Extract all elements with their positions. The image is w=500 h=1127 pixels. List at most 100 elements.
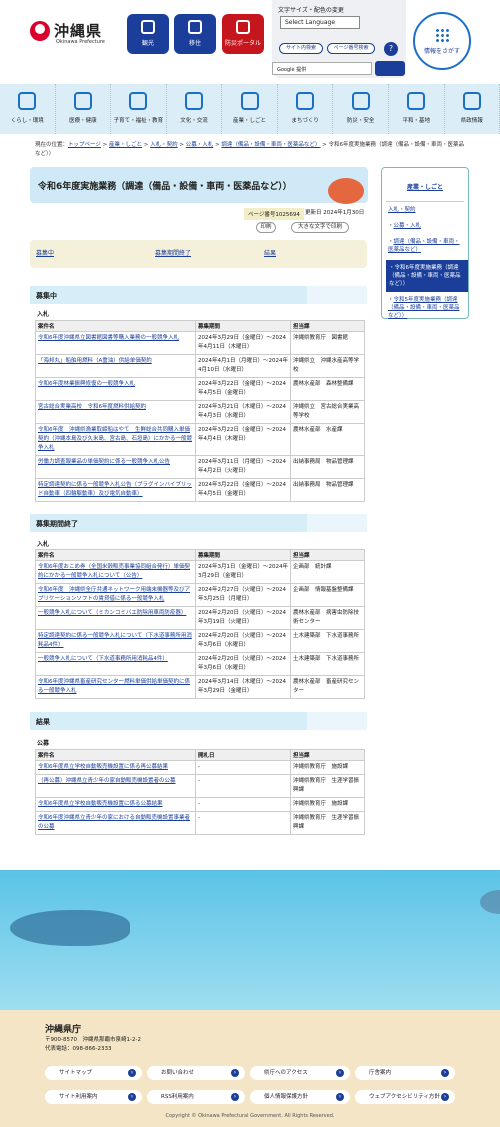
period-cell: 2024年3月14日（木曜日）～2024年3月29日（金曜日） [195, 675, 291, 699]
tile-migration[interactable]: 移住 [174, 14, 216, 54]
case-link[interactable]: 令和6年度県立学校自動販売機設置に係る再公募結果 [38, 764, 168, 770]
footer-link-usage[interactable]: サイト利用案内 [45, 1090, 142, 1104]
footer-link-building[interactable]: 庁舎案内 [355, 1066, 455, 1080]
breadcrumb: 現在の位置：トップページ > 産業・しごと > 入札・契約 > 公募・入札 > … [35, 142, 465, 157]
site-footer: 沖縄県庁 〒900-8570 沖縄県那覇市泉崎1-2-2 代表電話：098-866… [0, 870, 500, 1127]
case-link[interactable]: 令和6年度おこめ券（全国米穀販売事業協同組合発行）単価契約にかかる一般競争入札に… [38, 564, 190, 579]
table-open: 案件名 募集期間 担当課 令和6年度沖縄県立図書館図書等購入業務の一般競争入札 2024… [35, 320, 365, 502]
text-settings-link[interactable]: 文字サイズ・配色の変更 [278, 5, 344, 14]
case-name-cell: 令和6年度おこめ券（全国米穀販売事業協同組合発行）単価契約にかかる一般競争入札に… [35, 560, 196, 584]
nav-item-peace[interactable]: 平和・基地 [389, 84, 445, 134]
department-cell: 農林水産部 森林整備課 [290, 377, 365, 401]
case-link[interactable]: 令和6年度 沖縄県漁業取締船はやて 生鮮総合共同購入単価契約（沖縄本島及び久米島… [38, 427, 192, 451]
table-row: 特定調達契約に係る一般競争入札公告（プラグインハイブリッド自動車（四輪駆動車）及… [35, 478, 365, 502]
tile-tourism[interactable]: 観光 [127, 14, 169, 54]
case-name-cell: 令和6年度 沖縄県漁業取締船はやて 生鮮総合共同購入単価契約（沖縄本島及び久米島… [35, 423, 196, 456]
footer-link-access[interactable]: 県庁へのアクセス [250, 1066, 350, 1080]
case-name-cell: 令和6年度沖縄県立青少年の家における自動販売機設置事業者の公募 [35, 811, 196, 835]
case-link[interactable]: 労働力調査報業品の単価契約に係る一般競争入札公告 [38, 459, 170, 465]
tile-disaster-portal[interactable]: 防災ポータル [222, 14, 264, 54]
sidebar-item-public-bids[interactable]: 公募・入札 [394, 223, 422, 229]
table-row: 令和6年度県立学校自動販売機設置に係る公募結果 - 沖縄県教育庁 施設課 [35, 797, 365, 812]
column-header: 案件名 [35, 549, 196, 561]
sidebar-item-bids[interactable]: 入札・契約 [388, 207, 416, 213]
period-cell: 2024年2月20日（火曜日）～2024年3月19日（火曜日） [195, 606, 291, 630]
case-link[interactable]: 令和6年度県立学校自動販売機設置に係る公募結果 [38, 801, 163, 807]
case-name-cell: 一般競争入札について（下水道事務所用消耗品4件） [35, 652, 196, 676]
case-link[interactable]: 特定調達契約に係る一般競争入札について（下水道事務所用消耗品4件） [38, 633, 192, 648]
case-link[interactable]: （再公募）沖縄県立青少年の家自動販売機設置者の公募 [38, 778, 176, 784]
jump-link-closed[interactable]: 募集期間終了 [155, 248, 191, 257]
site-logo[interactable]: 沖縄県 Okinawa Prefecture [30, 20, 105, 45]
period-cell: 2024年2月27日（火曜日）～2024年3月25日（月曜日） [195, 583, 291, 607]
case-name-cell: 一般競争入札について（ミカンコミバエ防除用車両防疫器） [35, 606, 196, 630]
site-search-toggle[interactable]: サイト内検索 [279, 43, 323, 54]
pref-name: 沖縄県 [54, 22, 103, 40]
nav-item-living[interactable]: くらし・環境 [0, 84, 56, 134]
case-name-cell: 令和6年度 沖縄県全庁共通ネットワーク用端末機器等及びアプリケーションソフトの賃… [35, 583, 196, 607]
sidebar-item-active[interactable]: ・令和6年度実施業務（調達（備品・設備・車両・医薬品など）） [386, 260, 468, 292]
period-cell: - [195, 811, 291, 835]
case-link[interactable]: 特定調達契約に係る一般競争入札公告（プラグインハイブリッド自動車（四輪駆動車）及… [38, 482, 192, 497]
case-link[interactable]: 令和6年度沖縄県立図書館図書等購入業務の一般競争入札 [38, 335, 179, 341]
subheading: 入札 [37, 311, 50, 318]
footer-link-contact[interactable]: お問い合わせ [147, 1066, 245, 1080]
case-link[interactable]: 令和6年度 沖縄県全庁共通ネットワーク用端末機器等及びアプリケーションソフトの賃… [38, 587, 190, 602]
table-row: 令和6年度沖縄県畜産研究センター燃料単価供給単価契約に係る一般競争入札 2024年… [35, 675, 365, 699]
nav-item-industry[interactable]: 産業・しごと [222, 84, 278, 134]
whale-shark-illustration [10, 910, 130, 946]
footer-link-accessibility[interactable]: ウェブアクセシビリティ方針 [355, 1090, 455, 1104]
footer-link-sitemap[interactable]: サイトマップ [45, 1066, 142, 1080]
nav-item-government[interactable]: 県政情報 [445, 84, 500, 134]
nav-item-childcare[interactable]: 子育て・福祉・教育 [111, 84, 167, 134]
nav-item-health[interactable]: 医療・健康 [56, 84, 112, 134]
breadcrumb-item[interactable]: 産業・しごと [109, 142, 142, 148]
period-cell: - [195, 774, 291, 798]
case-link[interactable]: 令和6年度沖縄県畜産研究センター燃料単価供給単価契約に係る一般競争入札 [38, 679, 190, 694]
department-cell: 農林水産部 水産課 [290, 423, 365, 456]
subheading: 公募 [37, 740, 50, 747]
footer-link-privacy[interactable]: 個人情報保護方針 [250, 1090, 350, 1104]
case-link[interactable]: 令和6年度林業振興修復の一般競争入札 [38, 381, 135, 387]
nav-item-culture[interactable]: 文化・交流 [167, 84, 223, 134]
sidebar-item-procurement[interactable]: 調達（備品・設備・車両・医薬品など） [388, 239, 460, 253]
case-link[interactable]: 一般競争入札について（下水道事務所用消耗品4件） [38, 656, 168, 662]
breadcrumb-item[interactable]: トップページ [68, 142, 101, 148]
jump-link-open[interactable]: 募集中 [36, 248, 54, 257]
period-cell: 2024年3月22日（金曜日）～2024年4月5日（金曜日） [195, 377, 291, 401]
table-row: 令和6年度 沖縄県漁業取締船はやて 生鮮総合共同購入単価契約（沖縄本島及び久米島… [35, 423, 365, 456]
search-input[interactable]: Google 提供 [272, 62, 372, 75]
department-cell: 出納事務局 物品管理課 [290, 478, 365, 502]
large-print-button[interactable]: 大きな文字で印刷 [291, 222, 349, 233]
case-link[interactable]: 一般競争入札について（ミカンコミバエ防除用車両防疫器） [38, 610, 186, 616]
period-cell: 2024年3月11日（月曜日）～2024年4月2日（火曜日） [195, 455, 291, 479]
language-select[interactable]: Select Language [280, 16, 360, 29]
print-button[interactable]: 印刷 [256, 222, 276, 233]
help-button[interactable]: ? [384, 42, 398, 56]
sidebar-title[interactable]: 産業・しごと [407, 184, 443, 191]
case-link[interactable]: 宮古総合実業高校 令和6年度燃料供給契約 [38, 404, 146, 410]
search-button[interactable] [375, 61, 405, 76]
subheading: 入札 [37, 541, 50, 548]
case-name-cell: 令和6年度林業振興修復の一般競争入札 [35, 377, 196, 401]
department-cell: 沖縄県教育庁 図書館 [290, 331, 365, 355]
nav-item-town[interactable]: まちづくり [278, 84, 334, 134]
nav-item-safety[interactable]: 防災・安全 [333, 84, 389, 134]
find-info-button[interactable]: 情報をさがす [413, 12, 471, 70]
case-link[interactable]: 「海邦丸」船舶用燃料（A重油）供給单価契約 [38, 358, 152, 364]
breadcrumb-item[interactable]: 調達（備品・設備・車両・医薬品など） [221, 142, 320, 148]
breadcrumb-item[interactable]: 入札・契約 [150, 142, 178, 148]
sidebar-item-previous-year[interactable]: 令和5年度実施業務（調達（備品・設備・車両・医薬品など）） [388, 297, 460, 319]
case-link[interactable]: 令和6年度沖縄県立青少年の家における自動販売機設置事業者の公募 [38, 815, 190, 830]
building-icon [188, 20, 202, 34]
department-cell: 沖縄県教育庁 生涯学習振興課 [290, 774, 365, 798]
department-cell: 土木建築部 下水道事務所 [290, 652, 365, 676]
page-number-search-toggle[interactable]: ページ番号検索 [327, 43, 375, 54]
footer-link-rss[interactable]: RSS利用案内 [147, 1090, 245, 1104]
breadcrumb-item[interactable]: 公募・入札 [186, 142, 214, 148]
radio-icon [236, 20, 250, 34]
case-name-cell: 令和6年度沖縄県畜産研究センター燃料単価供給単価契約に係る一般競争入札 [35, 675, 196, 699]
table-row: 宮古総合実業高校 令和6年度燃料供給契約 2024年3月21日（木曜日）～2024… [35, 400, 365, 424]
briefcase-icon [240, 92, 259, 110]
jump-link-results[interactable]: 結果 [264, 248, 276, 257]
